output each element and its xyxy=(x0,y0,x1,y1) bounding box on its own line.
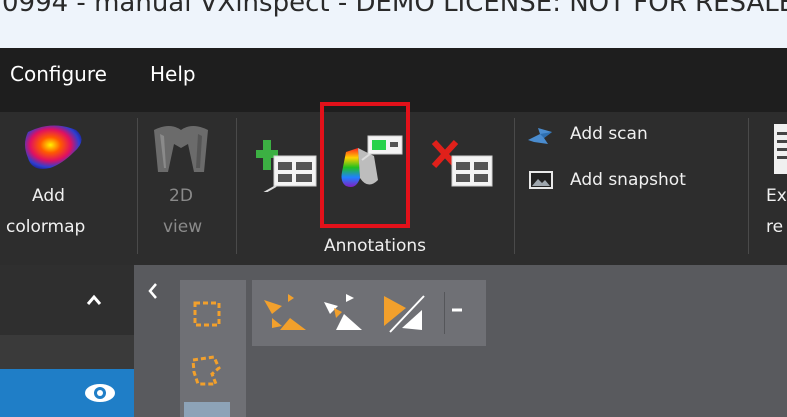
select-mode-remove-icon[interactable] xyxy=(322,292,368,334)
chevron-up-icon[interactable] xyxy=(86,294,102,306)
add-annotation-icon[interactable] xyxy=(254,136,318,192)
chevron-left-icon[interactable] xyxy=(146,282,160,300)
selection-mode-toolbar xyxy=(252,280,486,346)
export-report-label-line1: Ex xyxy=(766,186,787,206)
menu-help[interactable]: Help xyxy=(150,62,196,86)
scan-icon xyxy=(528,128,552,144)
add-colormap-label-line2: colormap xyxy=(6,217,86,237)
window-title: 0994 - manual VXinspect - DEMO LICENSE: … xyxy=(2,0,787,18)
panel-row-selected[interactable] xyxy=(0,369,134,417)
rectangle-select-icon[interactable] xyxy=(192,300,222,328)
highlight-box xyxy=(320,102,410,228)
dropdown-arrow-icon[interactable] xyxy=(450,306,464,316)
eye-icon[interactable] xyxy=(84,383,116,403)
2d-view-icon xyxy=(154,126,208,172)
select-mode-toggle-icon[interactable] xyxy=(382,292,432,334)
2d-view-label-line1: 2D xyxy=(169,186,193,206)
delete-annotation-icon[interactable] xyxy=(430,136,494,192)
panel-row[interactable] xyxy=(0,335,134,369)
2d-view-label-line2: view xyxy=(163,217,203,237)
add-scan-label: Add scan xyxy=(570,124,648,144)
title-bar: 0994 - manual VXinspect - DEMO LICENSE: … xyxy=(0,0,787,48)
export-report-label-line2: re xyxy=(766,217,784,237)
ribbon-separator xyxy=(514,118,515,254)
ribbon-separator xyxy=(748,118,749,254)
add-snapshot-label: Add snapshot xyxy=(570,170,686,190)
add-colormap-label-line1: Add xyxy=(32,186,65,206)
annotations-group-label: Annotations xyxy=(323,236,427,256)
report-icon xyxy=(774,124,787,174)
selection-toolbox xyxy=(180,280,246,417)
lasso-select-icon[interactable] xyxy=(190,354,222,388)
selection-tool-item[interactable] xyxy=(184,402,230,417)
ribbon-separator xyxy=(137,118,138,254)
toolbar-separator xyxy=(444,292,445,334)
menu-configure[interactable]: Configure xyxy=(10,62,107,86)
snapshot-icon xyxy=(529,171,553,189)
select-mode-add-icon[interactable] xyxy=(262,292,308,334)
ribbon-separator xyxy=(236,118,237,254)
colormap-icon xyxy=(25,125,82,169)
